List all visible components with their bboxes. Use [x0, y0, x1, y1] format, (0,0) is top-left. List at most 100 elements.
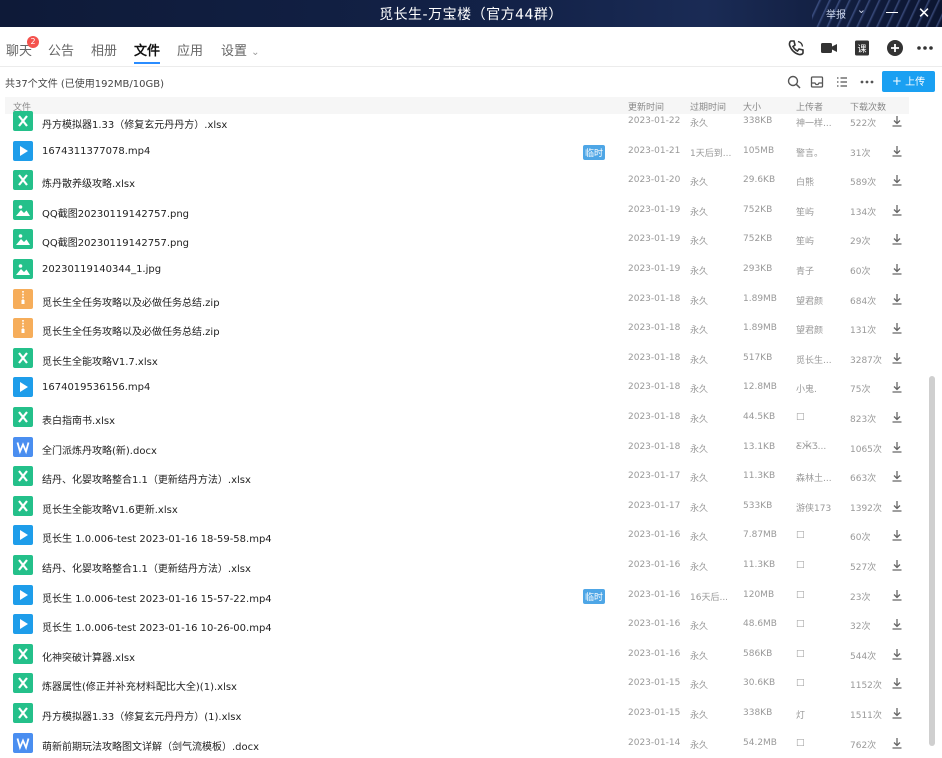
- file-uploader[interactable]: 神一样...: [796, 116, 832, 129]
- download-icon[interactable]: [890, 617, 904, 631]
- file-uploader[interactable]: □: [796, 738, 805, 748]
- file-name[interactable]: 丹方模拟器1.33（修复玄元丹丹方）(1).xlsx: [42, 708, 241, 723]
- file-uploader[interactable]: 警言。: [796, 146, 823, 159]
- file-name[interactable]: 结丹、化婴攻略整合1.1（更新结丹方法）.xlsx: [42, 560, 251, 575]
- file-name[interactable]: 觅长生 1.0.006-test 2023-01-16 18-59-58.mp4: [42, 530, 272, 545]
- download-icon[interactable]: [890, 440, 904, 454]
- download-icon[interactable]: [890, 706, 904, 720]
- file-row[interactable]: 觅长生 1.0.006-test 2023-01-16 15-57-22.mp4…: [5, 581, 909, 611]
- file-name[interactable]: 1674019536156.mp4: [42, 382, 150, 393]
- download-icon[interactable]: [890, 528, 904, 542]
- file-uploader[interactable]: 青子: [796, 264, 814, 277]
- upload-button[interactable]: + 上传: [882, 71, 935, 92]
- download-icon[interactable]: [890, 676, 904, 690]
- file-row[interactable]: 表白指南书.xlsx 2023-01-18 永久 44.5KB □ 823次: [5, 403, 909, 433]
- file-name[interactable]: 萌新前期玩法攻略图文详解（剑气流模板）.docx: [42, 738, 259, 753]
- file-row[interactable]: 炼器属性(修正并补充材料配比大全)(1).xlsx 2023-01-15 永久 30.…: [5, 669, 909, 699]
- tab-album[interactable]: 相册: [91, 40, 117, 59]
- file-row[interactable]: 全门派炼丹攻略(新).docx 2023-01-18 永久 13.1KB Ƹ̴Ӂ̴Ʒ..…: [5, 433, 909, 463]
- file-uploader[interactable]: □: [796, 619, 805, 629]
- file-uploader[interactable]: 笙屿: [796, 205, 814, 218]
- file-name[interactable]: 觅长生全任务攻略以及必做任务总结.zip: [42, 294, 220, 309]
- download-icon[interactable]: [890, 736, 904, 750]
- download-icon[interactable]: [890, 173, 904, 187]
- download-icon[interactable]: [890, 558, 904, 572]
- file-uploader[interactable]: 望君颜: [796, 323, 823, 336]
- file-row[interactable]: 丹方模拟器1.33（修复玄元丹丹方）(1).xlsx 2023-01-15 永久 33…: [5, 699, 909, 729]
- download-icon[interactable]: [890, 292, 904, 306]
- download-icon[interactable]: [890, 351, 904, 365]
- chevron-down-icon[interactable]: ⌄: [857, 3, 866, 16]
- phone-icon[interactable]: [786, 38, 806, 58]
- search-icon[interactable]: [786, 74, 802, 90]
- file-name[interactable]: 觅长生全能攻略V1.7.xlsx: [42, 353, 158, 368]
- file-row[interactable]: 觅长生 1.0.006-test 2023-01-16 10-26-00.mp4…: [5, 610, 909, 640]
- list-view-icon[interactable]: [834, 74, 850, 90]
- tab-apps[interactable]: 应用: [177, 40, 203, 59]
- file-uploader[interactable]: □: [796, 412, 805, 422]
- file-name[interactable]: 炼丹散养级攻略.xlsx: [42, 175, 135, 190]
- file-row[interactable]: QQ截图20230119142757.png 2023-01-19 永久 752KB 笙…: [5, 225, 909, 255]
- tab-chat[interactable]: 聊天 2: [6, 36, 39, 59]
- download-icon[interactable]: [890, 232, 904, 246]
- file-row[interactable]: 结丹、化婴攻略整合1.1（更新结丹方法）.xlsx 2023-01-17 永久 11.…: [5, 462, 909, 492]
- file-uploader[interactable]: □: [796, 590, 805, 600]
- file-row[interactable]: 觅长生全任务攻略以及必做任务总结.zip 2023-01-18 永久 1.89MB 望君…: [5, 285, 909, 315]
- file-name[interactable]: 结丹、化婴攻略整合1.1（更新结丹方法）.xlsx: [42, 471, 251, 486]
- file-name[interactable]: 1674311377078.mp4: [42, 146, 150, 157]
- inbox-icon[interactable]: [809, 74, 825, 90]
- file-row[interactable]: QQ截图20230119142757.png 2023-01-19 永久 752KB 笙…: [5, 196, 909, 226]
- file-uploader[interactable]: □: [796, 678, 805, 688]
- file-name[interactable]: 全门派炼丹攻略(新).docx: [42, 442, 157, 457]
- file-uploader[interactable]: Ƹ̴Ӂ̴Ʒ...: [796, 442, 826, 452]
- file-uploader[interactable]: □: [796, 649, 805, 659]
- file-row[interactable]: 觅长生全能攻略V1.7.xlsx 2023-01-18 永久 517KB 觅长生... 3…: [5, 344, 909, 374]
- more-icon[interactable]: [859, 74, 875, 90]
- download-icon[interactable]: [890, 203, 904, 217]
- file-row[interactable]: 觅长生全能攻略V1.6更新.xlsx 2023-01-17 永久 533KB 游侠173…: [5, 492, 909, 522]
- file-row[interactable]: 炼丹散养级攻略.xlsx 2023-01-20 永久 29.6KB 白熊 589次: [5, 166, 909, 196]
- file-row[interactable]: 丹方模拟器1.33（修复玄元丹丹方）.xlsx 2023-01-22 永久 338KB…: [5, 110, 909, 137]
- file-uploader[interactable]: □: [796, 530, 805, 540]
- file-uploader[interactable]: 望君颜: [796, 294, 823, 307]
- file-row[interactable]: 1674019536156.mp4 2023-01-18 永久 12.8MB 小鬼. 75…: [5, 373, 909, 403]
- file-row[interactable]: 觅长生全任务攻略以及必做任务总结.zip 2023-01-18 永久 1.89MB 望君…: [5, 314, 909, 344]
- file-name[interactable]: 化神突破计算器.xlsx: [42, 649, 135, 664]
- download-icon[interactable]: [890, 380, 904, 394]
- file-uploader[interactable]: 觅长生...: [796, 353, 832, 366]
- file-name[interactable]: 表白指南书.xlsx: [42, 412, 115, 427]
- file-uploader[interactable]: 白熊: [796, 175, 814, 188]
- report-button[interactable]: 举报: [826, 6, 846, 21]
- tab-settings[interactable]: 设置 ⌄: [221, 40, 260, 59]
- tab-files[interactable]: 文件: [134, 40, 161, 64]
- file-row[interactable]: 结丹、化婴攻略整合1.1（更新结丹方法）.xlsx 2023-01-16 永久 11.…: [5, 551, 909, 581]
- file-row[interactable]: 化神突破计算器.xlsx 2023-01-16 永久 586KB □ 544次: [5, 640, 909, 670]
- file-name[interactable]: QQ截图20230119142757.png: [42, 234, 189, 249]
- file-row[interactable]: 1674311377078.mp4 临时 2023-01-21 1天后到... 105M…: [5, 137, 909, 167]
- download-icon[interactable]: [890, 588, 904, 602]
- download-icon[interactable]: [890, 144, 904, 158]
- file-name[interactable]: QQ截图20230119142757.png: [42, 205, 189, 220]
- file-name[interactable]: 觅长生全能攻略V1.6更新.xlsx: [42, 501, 178, 516]
- more-icon[interactable]: [915, 38, 935, 58]
- class-icon[interactable]: 课: [852, 38, 872, 58]
- file-row[interactable]: 觅长生 1.0.006-test 2023-01-16 18-59-58.mp4…: [5, 521, 909, 551]
- file-name[interactable]: 觅长生 1.0.006-test 2023-01-16 15-57-22.mp4: [42, 590, 272, 605]
- close-icon[interactable]: ✕: [914, 3, 934, 23]
- file-name[interactable]: 觅长生 1.0.006-test 2023-01-16 10-26-00.mp4: [42, 619, 272, 634]
- file-name[interactable]: 丹方模拟器1.33（修复玄元丹丹方）.xlsx: [42, 116, 227, 131]
- download-icon[interactable]: [890, 321, 904, 335]
- file-uploader[interactable]: 笙屿: [796, 234, 814, 247]
- file-row[interactable]: 20230119140344_1.jpg 2023-01-19 永久 293KB 青子 6…: [5, 255, 909, 285]
- add-icon[interactable]: [885, 38, 905, 58]
- file-uploader[interactable]: 小鬼.: [796, 382, 817, 395]
- download-icon[interactable]: [890, 114, 904, 128]
- file-uploader[interactable]: 森林土...: [796, 471, 832, 484]
- video-icon[interactable]: [819, 38, 839, 58]
- tab-announcement[interactable]: 公告: [48, 40, 74, 59]
- download-icon[interactable]: [890, 499, 904, 513]
- file-name[interactable]: 炼器属性(修正并补充材料配比大全)(1).xlsx: [42, 678, 237, 693]
- file-name[interactable]: 觅长生全任务攻略以及必做任务总结.zip: [42, 323, 220, 338]
- file-name[interactable]: 20230119140344_1.jpg: [42, 264, 161, 275]
- download-icon[interactable]: [890, 647, 904, 661]
